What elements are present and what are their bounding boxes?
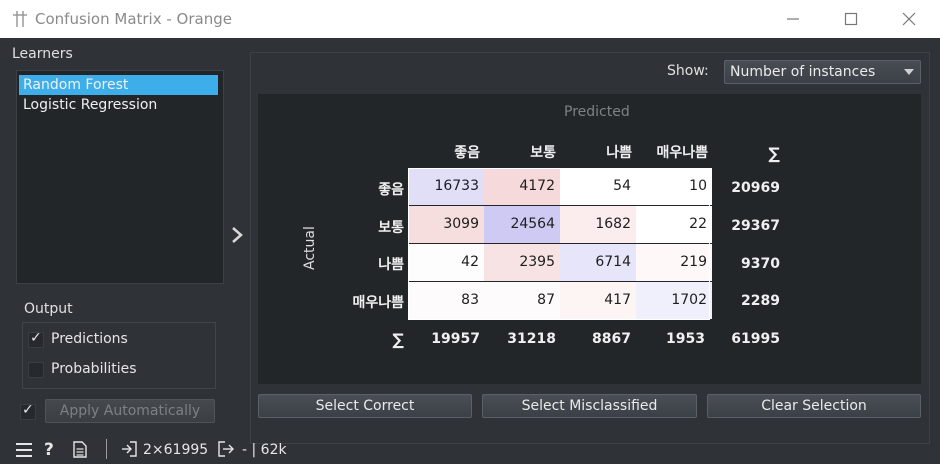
status-divider <box>106 439 107 459</box>
predicted-axis-label: Predicted <box>564 104 630 120</box>
checkmark-icon: ✓ <box>30 330 42 346</box>
row-sum: 20969 <box>731 180 780 196</box>
grand-total: 61995 <box>731 331 780 347</box>
matrix-cell[interactable]: 1702 <box>636 282 712 319</box>
report-icon[interactable] <box>73 441 87 458</box>
learner-item-logistic-regression[interactable]: Logistic Regression <box>19 95 218 115</box>
predictions-checkbox[interactable]: ✓ <box>28 330 44 348</box>
row-sum: 2289 <box>741 293 780 309</box>
maximize-icon <box>844 12 858 26</box>
matrix-cell[interactable]: 42 <box>408 244 484 281</box>
matrix-cell[interactable]: 22 <box>636 206 712 243</box>
column-sum: 8867 <box>592 331 631 347</box>
row-sum: 29367 <box>731 218 780 234</box>
learners-heading: Learners <box>12 46 73 62</box>
show-select-value: Number of instances <box>730 64 876 80</box>
matrix-cell[interactable]: 219 <box>636 244 712 281</box>
row-header-class-4: 매우나쁨 <box>352 295 404 311</box>
column-sum: 31218 <box>507 331 556 347</box>
input-summary[interactable]: 2×61995 <box>143 442 208 458</box>
menu-icon[interactable] <box>15 442 33 458</box>
matrix-cell[interactable]: 417 <box>560 282 636 319</box>
matrix-cell[interactable]: 87 <box>484 282 560 319</box>
window-titlebar: Confusion Matrix - Orange <box>0 0 940 38</box>
row-header-class-3: 나쁨 <box>378 257 404 273</box>
matrix-cell[interactable]: 24564 <box>484 206 560 243</box>
column-header-class-2: 보통 <box>530 145 556 161</box>
row-header-class-2: 보통 <box>378 220 404 236</box>
window-title: Confusion Matrix - Orange <box>35 10 232 28</box>
select-correct-button[interactable]: Select Correct <box>258 394 472 418</box>
row-header-class-1: 좋음 <box>378 182 404 198</box>
matrix-cell[interactable]: 54 <box>560 168 636 205</box>
minimize-button[interactable] <box>770 0 816 38</box>
close-icon <box>902 12 916 26</box>
learner-item-random-forest[interactable]: Random Forest <box>19 75 218 95</box>
column-sum: 19957 <box>431 331 480 347</box>
apply-automatically-button[interactable]: Apply Automatically <box>45 399 215 423</box>
close-button[interactable] <box>886 0 932 38</box>
actual-axis-label: Actual <box>302 226 318 270</box>
checkmark-icon: ✓ <box>22 402 34 418</box>
matrix-cell[interactable]: 6714 <box>560 244 636 281</box>
select-misclassified-button[interactable]: Select Misclassified <box>482 394 697 418</box>
matrix-cell[interactable]: 1682 <box>560 206 636 243</box>
column-header-class-3: 나쁨 <box>606 145 632 161</box>
confusion-matrix-icon <box>13 11 27 27</box>
matrix-cell[interactable]: 4172 <box>484 168 560 205</box>
probabilities-label: Probabilities <box>51 361 137 377</box>
matrix-cell[interactable]: 16733 <box>408 168 484 205</box>
probabilities-checkbox[interactable] <box>28 362 44 378</box>
chevron-right-icon[interactable] <box>230 226 244 244</box>
matrix-cell[interactable]: 3099 <box>408 206 484 243</box>
clear-selection-button[interactable]: Clear Selection <box>707 394 921 418</box>
column-header-class-4: 매우나쁨 <box>656 145 708 161</box>
output-icon <box>218 441 234 457</box>
predictions-label: Predictions <box>51 331 128 347</box>
matrix-cell[interactable]: 2395 <box>484 244 560 281</box>
learners-list[interactable]: Random Forest Logistic Regression <box>16 70 224 284</box>
matrix-cell[interactable]: 10 <box>636 168 712 205</box>
apply-automatically-checkbox[interactable]: ✓ <box>20 402 36 420</box>
output-summary[interactable]: - | 62k <box>242 442 287 458</box>
column-sum-header: ∑ <box>768 144 780 163</box>
show-select[interactable]: Number of instances <box>724 60 921 84</box>
output-heading: Output <box>24 301 73 317</box>
row-sum: 9370 <box>741 256 780 272</box>
matrix-cell[interactable]: 83 <box>408 282 484 319</box>
maximize-button[interactable] <box>828 0 874 38</box>
help-icon[interactable]: ? <box>44 440 54 460</box>
column-sum: 1953 <box>666 331 705 347</box>
status-bar <box>0 434 940 464</box>
input-icon <box>122 441 137 457</box>
show-label: Show: <box>667 63 709 79</box>
column-header-class-1: 좋음 <box>454 145 480 161</box>
row-sum-header: ∑ <box>392 330 404 349</box>
chevron-down-icon <box>904 69 914 75</box>
minimize-icon <box>787 18 799 20</box>
